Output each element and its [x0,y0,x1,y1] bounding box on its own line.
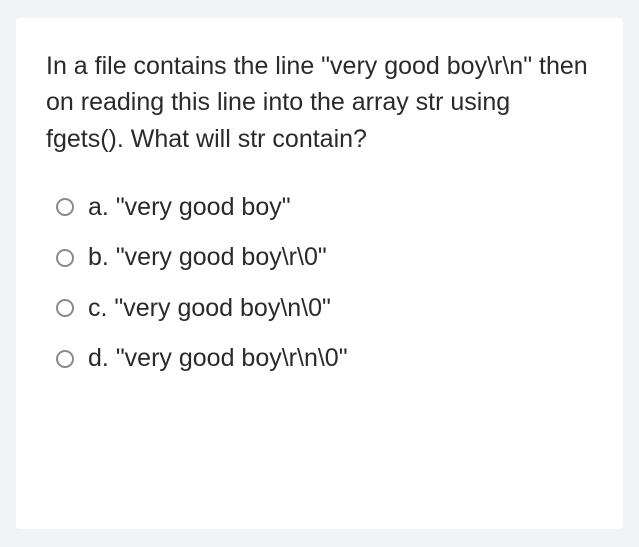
option-c-label: c. "very good boy\n\0" [88,292,331,325]
option-a-label: a. "very good boy" [88,191,291,224]
option-d-letter: d. [88,344,109,372]
option-a-text: "very good boy" [116,193,291,221]
radio-d[interactable] [56,350,74,368]
option-d[interactable]: d. "very good boy\r\n\0" [56,342,593,375]
option-d-text: "very good boy\r\n\0" [116,344,348,372]
radio-c[interactable] [56,299,74,317]
option-a[interactable]: a. "very good boy" [56,191,593,224]
question-card: In a file contains the line "very good b… [16,18,623,529]
option-a-letter: a. [88,193,109,221]
radio-b[interactable] [56,249,74,267]
options-group: a. "very good boy" b. "very good boy\r\0… [46,191,593,375]
question-text: In a file contains the line "very good b… [46,48,593,157]
option-c[interactable]: c. "very good boy\n\0" [56,292,593,325]
option-c-letter: c. [88,294,107,322]
option-c-text: "very good boy\n\0" [114,294,331,322]
option-b-letter: b. [88,243,109,271]
option-b[interactable]: b. "very good boy\r\0" [56,241,593,274]
option-b-text: "very good boy\r\0" [116,243,327,271]
radio-a[interactable] [56,198,74,216]
option-d-label: d. "very good boy\r\n\0" [88,342,348,375]
option-b-label: b. "very good boy\r\0" [88,241,327,274]
